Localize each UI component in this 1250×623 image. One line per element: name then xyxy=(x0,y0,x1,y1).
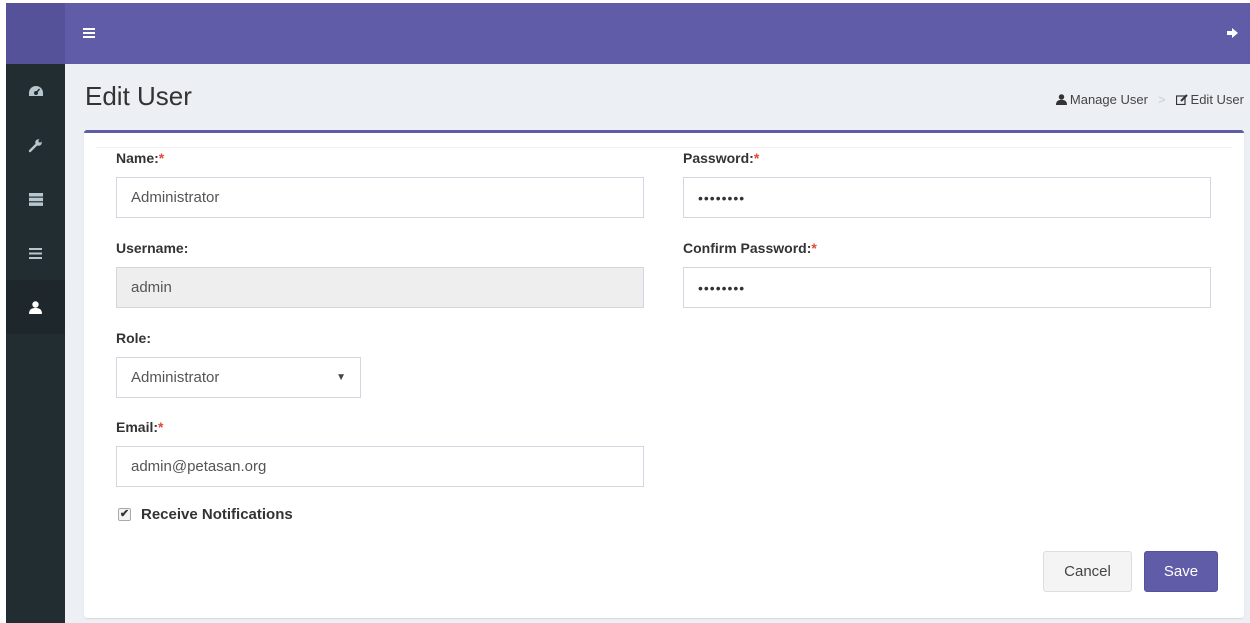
sidebar-item-dashboard[interactable] xyxy=(6,64,65,118)
notifications-checkbox-row: ✔ Receive Notifications xyxy=(118,506,293,523)
confirm-password-input[interactable]: •••••••• xyxy=(683,267,1211,308)
name-input[interactable]: Administrator xyxy=(116,177,644,218)
confirm-password-label: Confirm Password:* xyxy=(683,240,817,256)
required-mark: * xyxy=(811,240,817,256)
role-select-value: Administrator xyxy=(131,369,220,386)
server-icon xyxy=(28,192,43,206)
sidebar-logo xyxy=(6,3,65,64)
wrench-icon xyxy=(28,138,42,152)
content-wrapper: Edit User Manage User > Edit User Name:*… xyxy=(65,64,1250,623)
sidebar-item-users[interactable] xyxy=(6,280,65,334)
notifications-checkbox[interactable]: ✔ xyxy=(118,508,131,521)
caret-down-icon: ▼ xyxy=(336,372,346,383)
sign-out-icon xyxy=(1227,27,1238,38)
list-icon xyxy=(29,247,42,259)
email-input[interactable]: admin@petasan.org xyxy=(116,446,644,487)
dashboard-icon xyxy=(28,86,43,96)
role-select[interactable]: Administrator ▼ xyxy=(116,357,361,398)
breadcrumb-manage-user[interactable]: Manage User xyxy=(1055,92,1148,107)
edit-user-form: Name:* Administrator Username: admin Rol… xyxy=(84,130,1244,618)
password-label-text: Password: xyxy=(683,150,754,166)
sidebar-item-servers[interactable] xyxy=(6,172,65,226)
required-mark: * xyxy=(158,419,164,435)
required-mark: * xyxy=(753,150,760,166)
email-label: Email:* xyxy=(116,419,163,435)
password-label: Password:* xyxy=(683,150,759,166)
username-label: Username: xyxy=(116,240,189,256)
page-title: Edit User xyxy=(85,81,192,111)
name-label-text: Name: xyxy=(116,150,159,166)
breadcrumb-label: Edit User xyxy=(1190,92,1244,107)
hamburger-icon xyxy=(83,27,95,38)
save-button[interactable]: Save xyxy=(1144,551,1218,592)
password-input[interactable]: •••••••• xyxy=(683,177,1211,218)
sidebar-item-list[interactable] xyxy=(6,226,65,280)
breadcrumb-separator: > xyxy=(1157,92,1166,107)
breadcrumb: Manage User > Edit User xyxy=(1055,92,1244,107)
user-icon xyxy=(29,300,42,314)
notifications-label: Receive Notifications xyxy=(141,506,293,523)
name-label: Name:* xyxy=(116,150,164,166)
email-label-text: Email: xyxy=(116,419,159,435)
edit-icon xyxy=(1175,94,1188,105)
role-label: Role: xyxy=(116,330,151,346)
sidebar-toggle-button[interactable] xyxy=(83,25,95,43)
breadcrumb-label: Manage User xyxy=(1069,92,1148,107)
required-mark: * xyxy=(158,150,165,166)
username-input: admin xyxy=(116,267,644,308)
user-icon xyxy=(1055,94,1067,105)
box-divider xyxy=(96,147,1232,148)
sidebar-item-tools[interactable] xyxy=(6,118,65,172)
cancel-button[interactable]: Cancel xyxy=(1043,551,1132,592)
top-navbar xyxy=(65,3,1250,64)
breadcrumb-edit-user: Edit User xyxy=(1175,92,1244,107)
sidebar xyxy=(6,3,65,623)
sign-out-button[interactable] xyxy=(1227,25,1238,43)
confirm-password-label-text: Confirm Password: xyxy=(683,240,812,256)
